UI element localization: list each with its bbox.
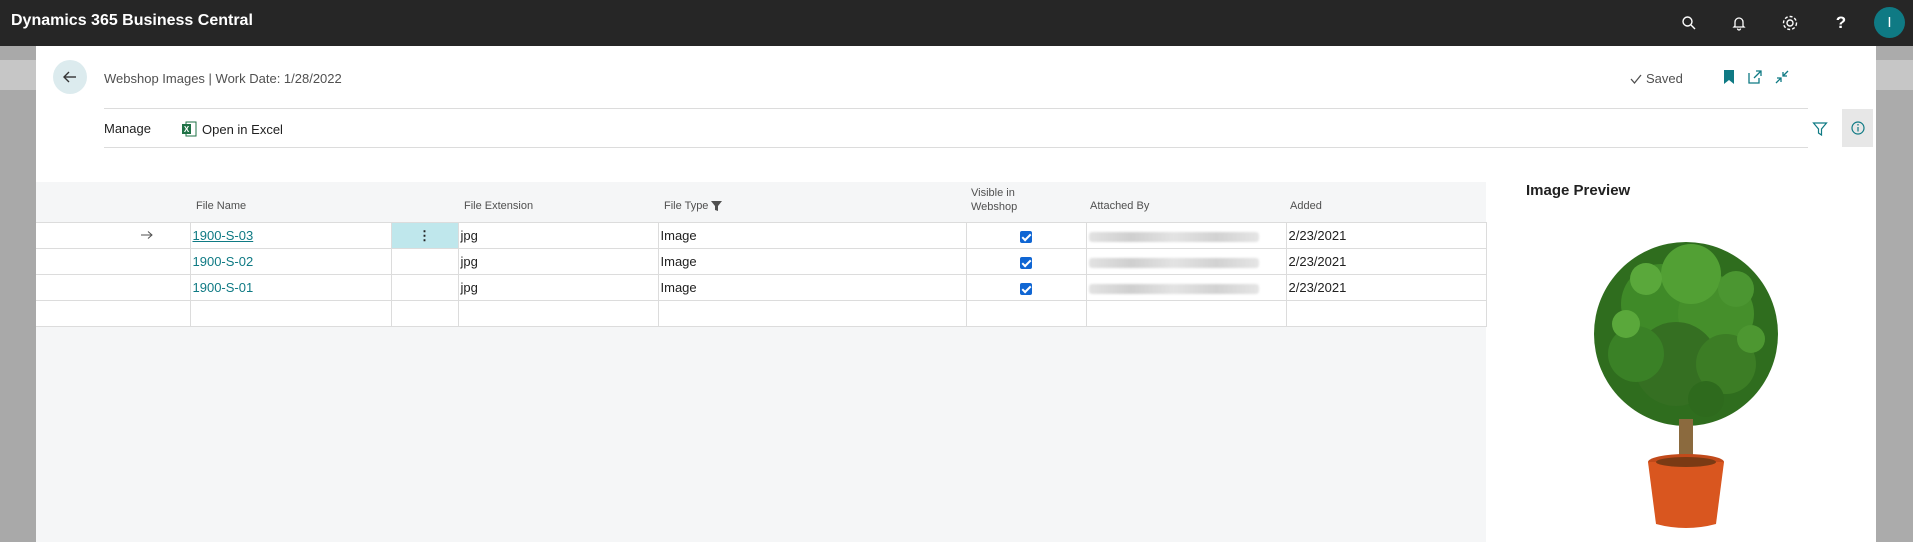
image-preview-title: Image Preview	[1526, 182, 1631, 199]
manage-label: Manage	[104, 121, 151, 136]
backdrop-left	[0, 46, 36, 542]
attached-by-cell	[1085, 274, 1287, 301]
type-cell[interactable]	[657, 300, 967, 327]
backdrop-right	[1876, 46, 1913, 542]
extension-cell[interactable]	[457, 300, 659, 327]
file-name-link[interactable]: 1900-S-01	[193, 280, 254, 295]
filter-icon[interactable]	[1810, 119, 1830, 139]
app-header: Dynamics 365 Business Central ? I	[0, 0, 1913, 46]
attached-by-cell	[1085, 300, 1287, 327]
manage-action[interactable]: Manage	[104, 121, 151, 136]
table-row[interactable]: 1900-S-02 jpg Image 2/23/2021	[36, 248, 1487, 275]
action-bar: Manage X Open in Excel	[104, 108, 1873, 148]
type-cell[interactable]: Image	[657, 248, 967, 275]
visible-cell[interactable]	[965, 222, 1087, 249]
visible-checkbox[interactable]	[1020, 256, 1032, 269]
table-row[interactable]: 1900-S-03 ⋮ jpg Image 2/23/2021	[36, 222, 1487, 249]
images-table: 1900-S-03 ⋮ jpg Image 2/23/2021 1900-S-0…	[36, 222, 1487, 327]
row-actions-button[interactable]: ⋮	[390, 222, 459, 249]
column-header-file-type[interactable]: File Type	[664, 199, 723, 213]
file-name-cell[interactable]	[189, 300, 392, 327]
row-indicator	[36, 300, 191, 327]
row-actions-cell	[390, 248, 459, 275]
search-icon[interactable]	[1677, 11, 1701, 35]
file-name-cell[interactable]: 1900-S-02	[189, 248, 392, 275]
gear-icon[interactable]	[1778, 11, 1802, 35]
excel-icon: X	[182, 121, 197, 137]
back-button[interactable]	[53, 60, 87, 94]
added-cell[interactable]	[1285, 300, 1487, 327]
column-header-added[interactable]: Added	[1290, 199, 1322, 213]
visible-header-line1: Visible in	[971, 187, 1015, 199]
type-cell[interactable]: Image	[657, 222, 967, 249]
avatar[interactable]: I	[1874, 7, 1905, 38]
excel-label: Open in Excel	[202, 121, 283, 137]
redacted-value	[1088, 257, 1259, 268]
bell-icon[interactable]	[1727, 11, 1751, 35]
extension-cell[interactable]: jpg	[457, 248, 659, 275]
visible-checkbox[interactable]	[1020, 230, 1032, 243]
type-cell[interactable]: Image	[657, 274, 967, 301]
table-row-empty[interactable]	[36, 300, 1487, 327]
dialog: Webshop Images | Work Date: 1/28/2022 Sa…	[36, 46, 1876, 542]
added-cell[interactable]: 2/23/2021	[1285, 248, 1487, 275]
collapse-icon[interactable]	[1773, 68, 1791, 86]
open-new-window-icon[interactable]	[1746, 68, 1764, 86]
saved-label: Saved	[1646, 71, 1683, 86]
check-icon	[1630, 74, 1642, 84]
visible-cell[interactable]	[965, 274, 1087, 301]
image-preview	[1566, 234, 1816, 534]
redacted-value	[1088, 283, 1259, 294]
row-indicator	[36, 274, 191, 301]
table-row[interactable]: 1900-S-01 jpg Image 2/23/2021	[36, 274, 1487, 301]
row-actions-cell	[390, 274, 459, 301]
column-header-visible-in-webshop[interactable]: Visible in Webshop	[971, 186, 1017, 214]
visible-cell[interactable]	[965, 248, 1087, 275]
extension-cell[interactable]: jpg	[457, 222, 659, 249]
extension-cell[interactable]: jpg	[457, 274, 659, 301]
visible-header-line2: Webshop	[971, 201, 1018, 213]
added-cell[interactable]: 2/23/2021	[1285, 222, 1487, 249]
open-in-excel-action[interactable]: X Open in Excel	[181, 121, 283, 137]
page-title: Webshop Images | Work Date: 1/28/2022	[104, 71, 342, 86]
redacted-value	[1088, 231, 1259, 242]
attached-by-cell	[1085, 222, 1287, 249]
column-header-file-name[interactable]: File Name	[196, 199, 246, 213]
column-header-attached-by[interactable]: Attached By	[1090, 199, 1149, 213]
file-name-link[interactable]: 1900-S-03	[193, 228, 254, 243]
arrow-right-icon	[140, 231, 153, 239]
row-actions-cell	[390, 300, 459, 327]
visible-cell[interactable]	[965, 300, 1087, 327]
filter-icon	[711, 200, 723, 211]
svg-text:X: X	[184, 125, 190, 134]
file-name-cell[interactable]: 1900-S-03	[189, 222, 392, 249]
file-type-label: File Type	[664, 200, 709, 212]
backdrop-shade	[0, 60, 36, 90]
potted-tree-image	[1594, 242, 1778, 528]
visible-checkbox[interactable]	[1020, 282, 1032, 295]
row-indicator	[36, 222, 191, 249]
info-icon[interactable]	[1842, 109, 1873, 147]
help-icon[interactable]: ?	[1829, 11, 1853, 35]
file-name-link[interactable]: 1900-S-02	[193, 254, 254, 269]
arrow-left-icon	[63, 71, 76, 83]
row-indicator	[36, 248, 191, 275]
backdrop-shade	[1876, 60, 1913, 90]
added-cell[interactable]: 2/23/2021	[1285, 274, 1487, 301]
saved-status: Saved	[1629, 71, 1683, 86]
attached-by-cell	[1085, 248, 1287, 275]
bookmark-icon[interactable]	[1720, 68, 1738, 86]
column-header-file-extension[interactable]: File Extension	[464, 199, 533, 213]
app-title[interactable]: Dynamics 365 Business Central	[11, 12, 253, 30]
file-name-cell[interactable]: 1900-S-01	[189, 274, 392, 301]
